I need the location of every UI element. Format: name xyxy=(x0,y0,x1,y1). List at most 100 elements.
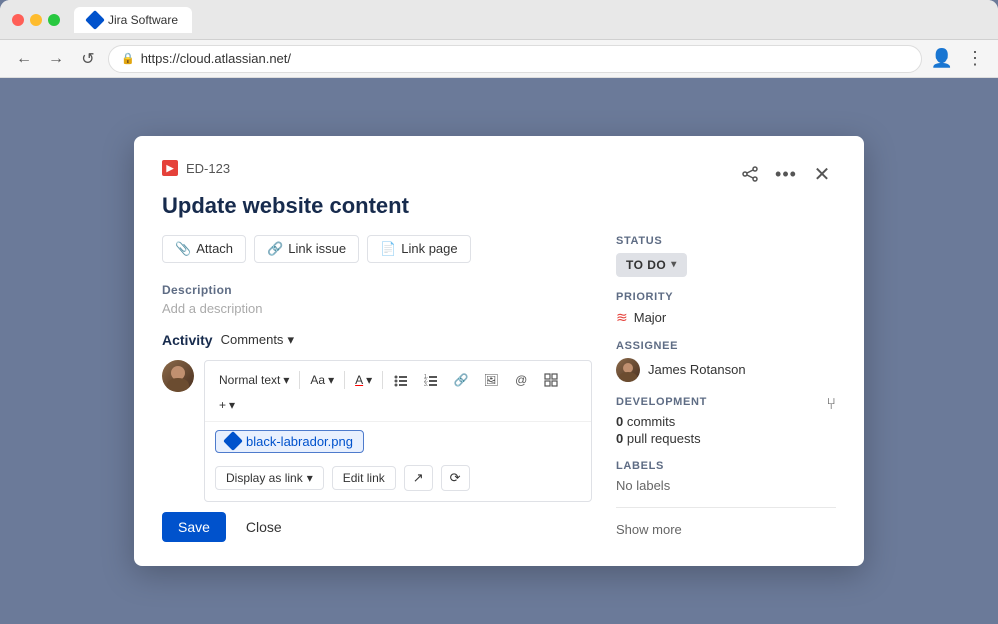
more-options-button[interactable]: ••• xyxy=(772,160,800,188)
toolbar-separator-3 xyxy=(382,371,383,389)
branch-icon[interactable]: ⑂ xyxy=(826,396,836,414)
text-style-chevron-icon: ▾ xyxy=(283,373,289,387)
activity-label: Activity xyxy=(162,332,213,348)
attach-button[interactable]: 📎 Attach xyxy=(162,235,246,263)
close-button[interactable]: Close xyxy=(236,512,292,542)
link-icon: 🔗 xyxy=(267,241,283,257)
comment-area: Normal text ▾ Aa ▾ A xyxy=(162,360,592,502)
activity-chevron-icon: ▾ xyxy=(287,332,294,348)
priority-value: Major xyxy=(634,310,667,325)
assignee-avatar xyxy=(616,358,640,382)
font-color-label: A xyxy=(355,373,363,387)
activity-row: Activity Comments ▾ xyxy=(162,332,592,348)
labels-section-label: LABELS xyxy=(616,460,836,472)
more-chevron-icon: ▾ xyxy=(229,398,235,412)
action-buttons: 📎 Attach 🔗 Link issue 📄 Link page xyxy=(162,235,592,263)
bullet-list-button[interactable] xyxy=(387,367,415,393)
forward-button[interactable]: → xyxy=(44,47,68,71)
divider xyxy=(616,507,836,508)
modal-header: ▶ ED-123 ••• ✕ xyxy=(162,160,836,188)
font-size-dropdown[interactable]: Aa ▾ xyxy=(304,370,340,390)
editor-content[interactable]: black-labrador.png Display as link ▾ Edi… xyxy=(205,422,591,501)
commits-label: commits xyxy=(627,414,675,429)
back-button[interactable]: ← xyxy=(12,47,36,71)
display-link-chevron-icon: ▾ xyxy=(307,471,313,485)
priority-section-label: PRIORITY xyxy=(616,291,836,303)
description-section: Description Add a description xyxy=(162,283,592,316)
unlink-button[interactable]: ⟳ xyxy=(441,465,470,491)
priority-row: ≋ Major xyxy=(616,309,836,326)
save-button[interactable]: Save xyxy=(162,512,226,542)
priority-icon: ≋ xyxy=(616,309,628,326)
table-button[interactable] xyxy=(537,367,565,393)
file-icon xyxy=(223,431,243,451)
text-style-dropdown[interactable]: Normal text ▾ xyxy=(213,370,295,390)
status-chevron-icon: ▾ xyxy=(671,259,677,270)
tab-label: Jira Software xyxy=(108,13,178,27)
unlink-icon: ⟳ xyxy=(450,470,461,486)
close-traffic-light[interactable] xyxy=(12,14,24,26)
attach-label: Attach xyxy=(196,241,233,256)
modal-body: 📎 Attach 🔗 Link issue 📄 Link page xyxy=(162,235,836,542)
priority-section: PRIORITY ≋ Major xyxy=(616,291,836,326)
reload-button[interactable]: ↺ xyxy=(76,47,100,71)
more-formatting-button[interactable]: + ▾ xyxy=(213,395,241,415)
status-section-label: STATUS xyxy=(616,235,836,247)
attached-file-chip[interactable]: black-labrador.png xyxy=(215,430,364,453)
browser-tab[interactable]: Jira Software xyxy=(74,7,192,33)
browser-toolbar: ← → ↺ 🔒 https://cloud.atlassian.net/ 👤 ⋮ xyxy=(0,40,998,78)
activity-dropdown[interactable]: Comments ▾ xyxy=(221,332,294,348)
font-color-dropdown[interactable]: A ▾ xyxy=(349,370,378,390)
show-more-link[interactable]: Show more xyxy=(616,522,836,537)
close-modal-button[interactable]: ✕ xyxy=(808,160,836,188)
image-button[interactable]: 🖼 xyxy=(477,367,505,393)
page-icon: 📄 xyxy=(380,241,396,257)
fullscreen-traffic-light[interactable] xyxy=(48,14,60,26)
description-label: Description xyxy=(162,283,592,297)
share-button[interactable] xyxy=(736,160,764,188)
labels-section: LABELS No labels xyxy=(616,460,836,493)
menu-icon[interactable]: ⋮ xyxy=(962,47,986,71)
minimize-traffic-light[interactable] xyxy=(30,14,42,26)
url-bar[interactable]: 🔒 https://cloud.atlassian.net/ xyxy=(108,45,922,73)
text-style-label: Normal text xyxy=(219,373,280,387)
font-size-label: Aa xyxy=(310,373,325,387)
titlebar: Jira Software xyxy=(0,0,998,40)
issue-id: ED-123 xyxy=(186,161,230,176)
link-popup: Display as link ▾ Edit link ↗ xyxy=(215,459,581,493)
status-value: TO DO xyxy=(626,258,666,272)
status-badge[interactable]: TO DO ▾ xyxy=(616,253,687,277)
comment-editor[interactable]: Normal text ▾ Aa ▾ A xyxy=(204,360,592,502)
browser-content: ▶ ED-123 ••• ✕ Update website content xyxy=(0,78,998,624)
url-text: https://cloud.atlassian.net/ xyxy=(141,51,291,66)
commits-stat: 0 commits xyxy=(616,414,836,429)
assignee-name: James Rotanson xyxy=(648,362,746,377)
lock-icon: 🔒 xyxy=(121,52,135,65)
edit-link-button[interactable]: Edit link xyxy=(332,466,396,490)
link-page-button[interactable]: 📄 Link page xyxy=(367,235,471,263)
modal-actions: ••• ✕ xyxy=(736,160,836,188)
link-button[interactable]: 🔗 xyxy=(447,367,475,393)
jira-logo-icon xyxy=(85,10,105,30)
pull-requests-stat: 0 pull requests xyxy=(616,431,836,446)
font-size-chevron-icon: ▾ xyxy=(328,373,334,387)
development-section-label: DEVELOPMENT xyxy=(616,396,707,408)
font-color-chevron-icon: ▾ xyxy=(366,373,372,387)
modal-footer: Save Close xyxy=(162,512,592,542)
open-link-icon: ↗ xyxy=(413,470,424,486)
editor-toolbar: Normal text ▾ Aa ▾ A xyxy=(205,361,591,422)
attached-file-name: black-labrador.png xyxy=(246,434,353,449)
display-as-link-button[interactable]: Display as link ▾ xyxy=(215,466,324,490)
traffic-lights xyxy=(12,14,60,26)
description-placeholder[interactable]: Add a description xyxy=(162,301,592,316)
link-page-label: Link page xyxy=(401,241,457,256)
link-issue-button[interactable]: 🔗 Link issue xyxy=(254,235,359,263)
user-avatar xyxy=(162,360,194,392)
assignee-section-label: ASSIGNEE xyxy=(616,340,836,352)
account-icon[interactable]: 👤 xyxy=(930,47,954,71)
numbered-list-button[interactable]: 1.2.3. xyxy=(417,367,445,393)
open-link-button[interactable]: ↗ xyxy=(404,465,433,491)
labels-value: No labels xyxy=(616,478,836,493)
mention-button[interactable]: @ xyxy=(507,367,535,393)
commits-value: 0 xyxy=(616,414,623,429)
